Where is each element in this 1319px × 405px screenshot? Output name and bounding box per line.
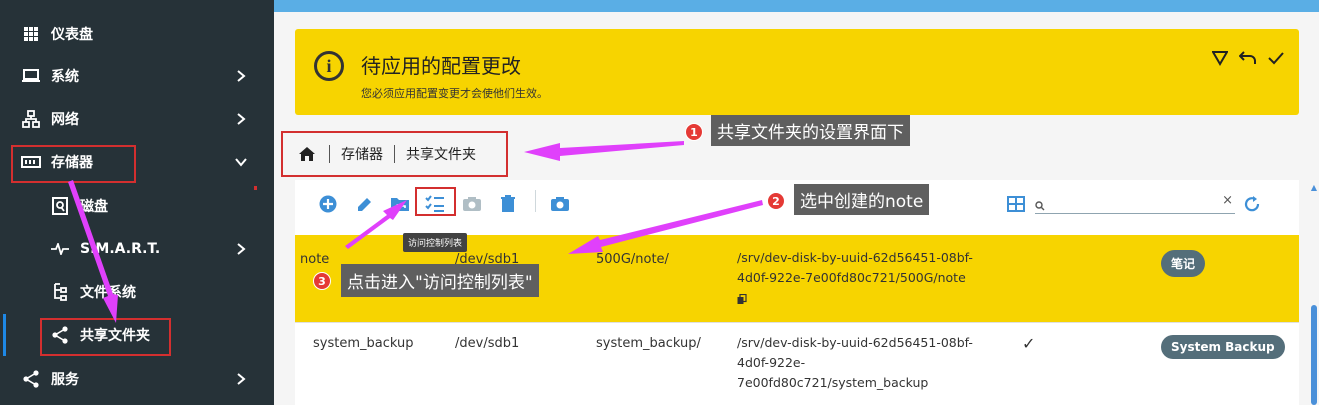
share-icon [21,369,41,389]
callout-step-1: 共享文件夹的设置界面下 [711,115,910,146]
chevron-down-icon [234,155,248,169]
pending-changes-banner: i 待应用的配置更改 您必须应用配置变更才会使他们生效。 [295,29,1299,115]
pulse-icon [50,239,70,259]
breadcrumb-separator [329,145,330,163]
sidebar-item-label: 网络 [51,112,79,128]
acl-list-icon[interactable] [423,192,447,216]
tag-badge: 笔记 [1161,250,1206,277]
sidebar-item-label: 磁盘 [80,199,108,215]
abspath-line: 7e00fd80c721/system_backup [737,375,929,390]
chevron-right-icon [234,242,248,256]
disk-icon [50,196,70,216]
tag-badge: System Backup [1161,335,1285,359]
sidebar-item-services[interactable]: 服务 [0,358,274,400]
sidebar-item-label: 文件系统 [80,285,136,301]
sidebar-item-filesystems[interactable]: 文件系统 [0,271,274,313]
banner-description: 您必须应用配置变更才会使他们生效。 [361,87,548,100]
cell-relpath: 500G/note/ [596,252,669,267]
sidebar-item-label: 系统 [51,69,79,85]
sidebar-item-network[interactable]: 网络 [0,98,274,140]
undo-icon[interactable] [1239,49,1257,67]
cell-abspath: /srv/dev-disk-by-uuid-62d56451-08bf- 4d0… [737,333,973,393]
home-icon[interactable] [298,144,318,164]
cell-relpath: system_backup/ [596,336,701,351]
breadcrumb-separator [394,145,395,163]
storage-highlight-box [11,145,136,183]
sidebar-item-label: 仪表盘 [51,27,93,43]
network-icon [21,109,41,129]
copy-icon[interactable] [737,291,747,304]
sidebar-item-label: 服务 [51,372,79,388]
check-icon[interactable] [1267,49,1285,67]
sidebar-item-disks[interactable]: 磁盘 [0,185,274,227]
breadcrumb-shared-folders: 共享文件夹 [406,147,476,163]
sidebar-item-label: S.M.A.R.T. [80,241,161,257]
shared-folders-highlight-box [40,318,171,356]
grid-icon [21,24,41,44]
chevron-right-icon [234,372,248,386]
chevron-right-icon [234,69,248,83]
edit-icon[interactable] [352,192,376,216]
delete-icon[interactable] [496,192,520,216]
search-icon [1035,196,1045,215]
cell-device: /dev/sdb1 [455,336,520,351]
table-row[interactable]: system_backup /dev/sdb1 system_backup/ /… [295,322,1299,405]
filesystem-icon [50,282,70,302]
sidebar-item-smart[interactable]: S.M.A.R.T. [0,228,274,270]
step-number-3: 3 [313,272,331,290]
search-field[interactable]: × [1035,192,1235,214]
red-dot [254,186,257,190]
banner-actions [1211,49,1285,67]
snapshot-icon[interactable] [460,192,484,216]
info-icon: i [314,51,344,81]
toolbar-separator [535,190,536,212]
abspath-line: 4d0f-922e-7e00fd80c721/500G/note [737,270,966,285]
abspath-line: /srv/dev-disk-by-uuid-62d56451-08bf- [737,335,973,350]
filter-icon[interactable] [1211,49,1229,67]
step-number-1: 1 [685,123,703,141]
abspath-line: 4d0f-922e- [737,355,806,370]
callout-step-2: 选中创建的note [794,184,930,215]
banner-title: 待应用的配置更改 [361,54,521,78]
clear-icon[interactable]: × [1222,193,1233,208]
breadcrumb: 存储器 共享文件夹 [281,131,508,177]
camera-icon[interactable] [548,192,572,216]
grid-view-icon[interactable] [1004,192,1028,216]
scroll-up-icon[interactable]: ▲ [1311,183,1317,192]
cell-abspath: /srv/dev-disk-by-uuid-62d56451-08bf- 4d0… [737,248,973,304]
step-number-2: 2 [767,192,785,210]
refresh-icon[interactable] [1240,192,1264,216]
sidebar-item-system[interactable]: 系统 [0,55,274,97]
callout-step-3: 点击进入"访问控制列表" [341,264,539,297]
folder-key-icon[interactable] [388,192,412,216]
scrollbar-thumb[interactable] [1311,305,1317,405]
abspath-line: /srv/dev-disk-by-uuid-62d56451-08bf- [737,250,973,265]
sidebar-item-dashboard[interactable]: 仪表盘 [0,13,274,55]
laptop-icon [21,66,41,86]
chevron-right-icon [234,112,248,126]
add-icon[interactable] [316,192,340,216]
cell-name: system_backup [313,336,414,351]
acl-tooltip: 访问控制列表 [403,233,468,252]
breadcrumb-storage[interactable]: 存储器 [341,144,383,164]
top-header-bar [274,0,1319,12]
referenced-check: ✓ [1022,334,1036,353]
cell-name: note [300,252,330,267]
